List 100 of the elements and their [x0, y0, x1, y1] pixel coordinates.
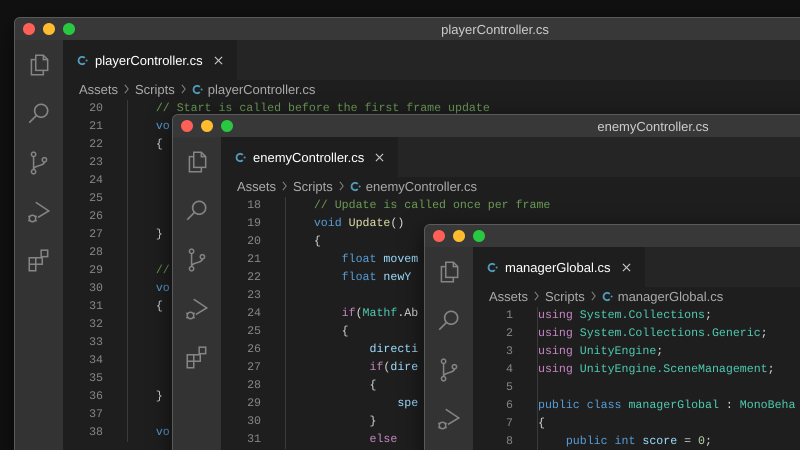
- code-line: using System.Collections.Generic;: [538, 327, 768, 340]
- close-icon[interactable]: [622, 262, 630, 272]
- maximize-button[interactable]: [473, 230, 485, 242]
- run-debug-icon[interactable]: [184, 296, 210, 322]
- close-button[interactable]: [433, 230, 445, 242]
- maximize-button[interactable]: [63, 23, 75, 35]
- code-line: directi: [368, 343, 418, 356]
- line-number: 7: [505, 416, 513, 432]
- code-line: vo: [154, 282, 170, 295]
- code-line: else: [368, 433, 398, 446]
- code-line: }: [154, 390, 163, 403]
- code-line: vo: [154, 426, 170, 439]
- code-line: {: [154, 138, 163, 151]
- file-type-icon: [602, 290, 613, 302]
- line-number: 22: [88, 137, 103, 153]
- code-line: //: [154, 264, 170, 277]
- file-type-icon: [487, 262, 498, 272]
- code-line: public class managerGlobal : MonoBeha: [538, 399, 796, 412]
- breadcrumb-item[interactable]: Assets: [79, 82, 118, 96]
- code-line: spe: [396, 397, 418, 410]
- window-title: enemyController.cs: [597, 118, 709, 134]
- line-number: 26: [246, 342, 261, 358]
- code-line: {: [154, 300, 163, 313]
- line-number: 28: [88, 245, 103, 261]
- code-line: {: [340, 325, 349, 338]
- line-number: 6: [505, 398, 513, 414]
- line-number: 31: [246, 432, 261, 448]
- line-number: 38: [88, 425, 103, 441]
- run-debug-icon[interactable]: [436, 406, 462, 432]
- line-number: 4: [505, 362, 513, 378]
- file-type-icon: [77, 54, 88, 66]
- maximize-button[interactable]: [221, 120, 233, 132]
- line-number: 36: [88, 389, 103, 405]
- code-line: }: [154, 228, 163, 241]
- code-line: void Update(): [312, 217, 404, 230]
- file-type-icon: [192, 84, 203, 94]
- line-number: 29: [88, 263, 103, 279]
- line-number: 34: [88, 353, 103, 369]
- line-number: 26: [88, 209, 103, 225]
- line-number: 20: [88, 101, 103, 117]
- line-number: 18: [246, 198, 261, 214]
- chevron-icon: [338, 181, 345, 191]
- breadcrumb-item[interactable]: Assets: [489, 288, 528, 304]
- line-number: 37: [88, 407, 103, 423]
- code-line: // Start is called before the first frame update: [154, 102, 490, 115]
- chevron-icon: [533, 291, 540, 301]
- close-icon[interactable]: [214, 56, 223, 64]
- code-line: {: [538, 417, 545, 430]
- line-number: 25: [246, 324, 261, 340]
- breadcrumb-item[interactable]: Scripts: [135, 82, 175, 96]
- code-line: using UnityEngine.SceneManagement;: [538, 363, 775, 376]
- code-line: // Update is called once per frame: [312, 199, 550, 212]
- code-line: float newY: [340, 271, 412, 284]
- close-button[interactable]: [181, 120, 193, 132]
- line-number: 24: [246, 306, 261, 322]
- line-number: 24: [88, 173, 103, 189]
- code-line: public int score = 0;: [564, 435, 712, 448]
- line-number: 22: [246, 270, 261, 286]
- breadcrumb-item[interactable]: Scripts: [545, 288, 585, 304]
- breadcrumb-item[interactable]: playerController.cs: [208, 82, 316, 96]
- code-line: using UnityEngine;: [538, 345, 664, 358]
- minimize-button[interactable]: [43, 23, 55, 35]
- line-number: 35: [88, 371, 103, 387]
- line-number: 33: [88, 335, 103, 351]
- minimize-button[interactable]: [201, 120, 213, 132]
- line-number: 5: [505, 380, 513, 396]
- file-type-icon: [235, 152, 246, 162]
- editor-tab[interactable]: enemyController.cs: [221, 137, 398, 177]
- line-number: 27: [88, 227, 103, 243]
- close-icon[interactable]: [375, 152, 384, 162]
- editor-tab[interactable]: playerController.cs: [63, 40, 237, 80]
- line-number: 25: [88, 191, 103, 207]
- breadcrumb-item[interactable]: managerGlobal.cs: [618, 288, 724, 304]
- line-number: 23: [88, 155, 103, 171]
- code-line: {: [368, 379, 376, 392]
- close-button[interactable]: [23, 23, 35, 35]
- run-debug-icon[interactable]: [26, 199, 52, 225]
- line-number: 2: [505, 326, 513, 342]
- editor-tab[interactable]: managerGlobal.cs: [473, 247, 644, 287]
- line-number: 19: [246, 216, 261, 232]
- chevron-icon: [180, 84, 187, 94]
- code-line: {: [312, 235, 321, 248]
- line-number: 20: [246, 234, 261, 250]
- line-number: 31: [88, 299, 103, 315]
- line-number: 28: [246, 378, 261, 394]
- breadcrumb-item[interactable]: Assets: [237, 178, 276, 194]
- line-number: 21: [88, 119, 103, 135]
- chevron-icon: [123, 84, 130, 94]
- line-number: 32: [88, 317, 103, 333]
- chevron-icon: [281, 181, 288, 191]
- breadcrumb-item[interactable]: Scripts: [293, 178, 333, 194]
- file-type-icon: [350, 180, 361, 192]
- minimize-button[interactable]: [453, 230, 465, 242]
- code-line: vo: [154, 120, 170, 133]
- line-number: 30: [88, 281, 103, 297]
- line-number: 8: [505, 434, 513, 450]
- line-number: 23: [246, 288, 261, 304]
- breadcrumb-item[interactable]: enemyController.cs: [366, 178, 478, 194]
- code-line: if(dire: [368, 361, 418, 374]
- code-line: using System.Collections;: [538, 309, 712, 322]
